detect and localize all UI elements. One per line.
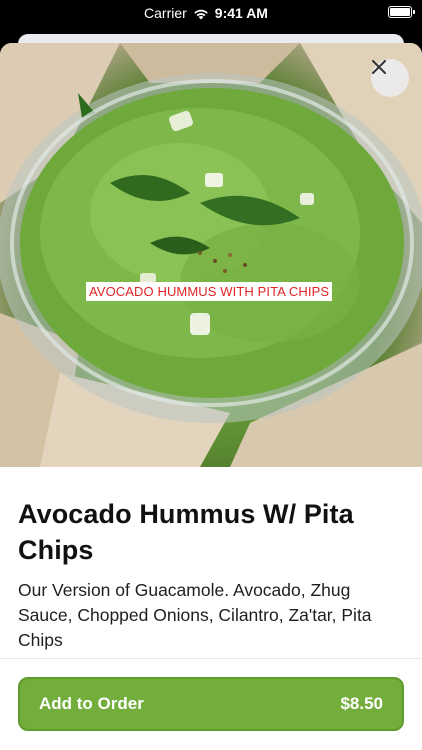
divider (0, 658, 422, 659)
status-bar: Carrier 9:41 AM (0, 0, 422, 26)
battery-icon (388, 6, 415, 18)
carrier-label: Carrier (144, 5, 187, 21)
item-photo: AVOCADO HUMMUS WITH PITA CHIPS (0, 43, 422, 467)
add-to-order-label: Add to Order (39, 694, 144, 713)
close-icon (372, 60, 386, 74)
clock-time: 9:41 AM (214, 5, 268, 21)
item-detail-sheet: AVOCADO HUMMUS WITH PITA CHIPS Avocado H… (0, 43, 422, 750)
item-title: Avocado Hummus W/ Pita Chips (18, 499, 354, 565)
food-photo-illustration (0, 43, 422, 467)
wifi-icon (193, 7, 209, 20)
item-details: Avocado Hummus W/ Pita Chips Our Version… (0, 496, 422, 653)
photo-caption: AVOCADO HUMMUS WITH PITA CHIPS (86, 282, 333, 301)
status-center: Carrier 9:41 AM (0, 5, 422, 21)
item-price: $8.50 (340, 694, 383, 713)
item-description: Our Version of Guacamole. Avocado, Zhug … (18, 580, 372, 650)
add-to-order-button[interactable]: Add to Order $8.50 (18, 677, 404, 731)
battery-level (390, 8, 410, 16)
close-button[interactable] (371, 59, 409, 97)
